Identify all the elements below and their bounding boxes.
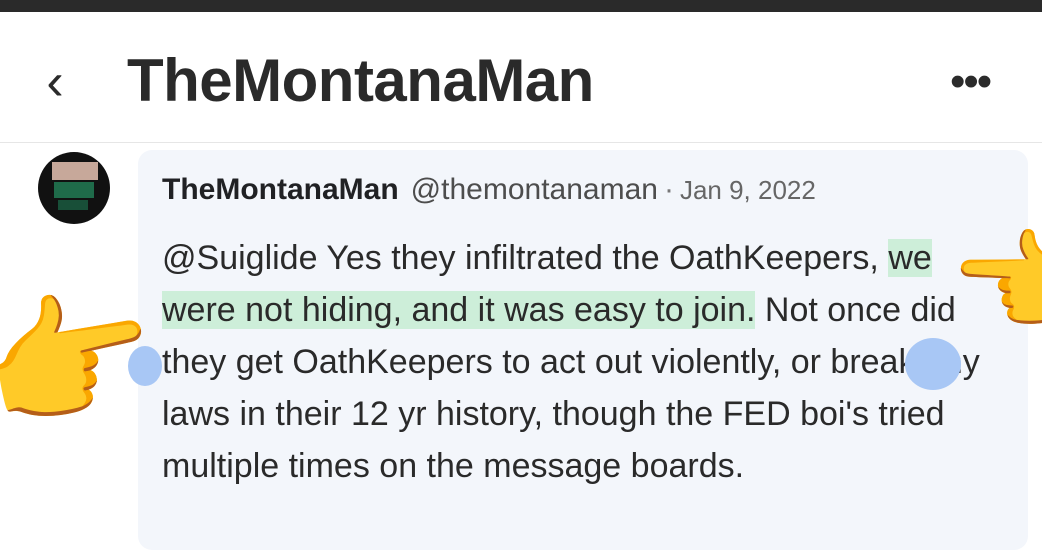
post-author-name[interactable]: TheMontanaMan	[162, 173, 399, 206]
meta-separator: ·	[663, 173, 674, 206]
post-text-start: @Suiglide Yes they infiltrated the OathK…	[162, 239, 889, 277]
pointing-hand-left-icon: 👉	[0, 267, 169, 452]
avatar-sky	[52, 162, 98, 180]
pointing-hand-right-icon: 👉	[952, 221, 1042, 344]
avatar-sign	[54, 182, 94, 198]
post-body: @Suiglide Yes they infiltrated the OathK…	[162, 232, 992, 492]
page-title: TheMontanaMan	[127, 47, 594, 114]
app-header: ‹ TheMontanaMan •••	[0, 12, 1042, 143]
blue-marker-right	[905, 338, 961, 390]
post-author-handle[interactable]: @themontanaman	[411, 173, 658, 206]
avatar[interactable]	[38, 152, 110, 224]
more-options-icon[interactable]: •••	[950, 60, 992, 104]
post-meta: TheMontanaMan @themontanaman · Jan 9, 2022	[162, 170, 816, 210]
status-bar	[0, 0, 1042, 12]
avatar-sign-base	[58, 200, 88, 210]
back-icon[interactable]: ‹	[30, 52, 80, 112]
post-date[interactable]: Jan 9, 2022	[680, 175, 816, 205]
